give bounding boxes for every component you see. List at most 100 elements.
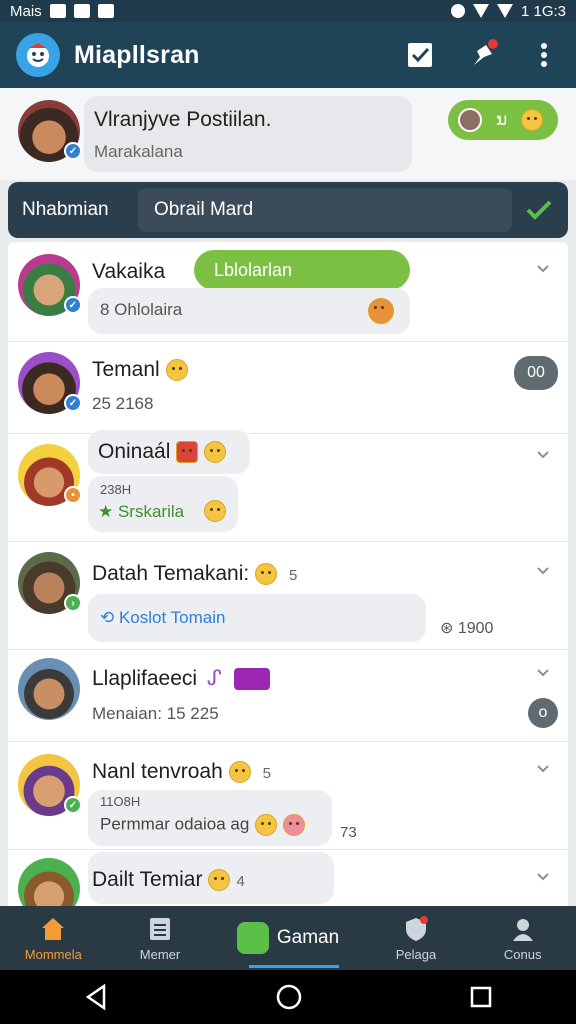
grin-emoji-icon [255, 563, 278, 586]
smile-emoji-icon [165, 359, 188, 382]
back-icon[interactable] [84, 984, 108, 1010]
chat-avatar[interactable] [18, 658, 80, 720]
chat-name: Dailt Temiar 4 [92, 868, 245, 892]
smile-emoji-icon [208, 869, 231, 892]
home-icon [42, 917, 65, 940]
chat-preview: Permmar odaioa ag [100, 814, 306, 836]
chevron-down-icon[interactable] [536, 666, 550, 680]
car-emoji-icon [176, 441, 199, 464]
chat-name: Nanl tenvroah 5 [92, 760, 271, 784]
chat-avatar[interactable]: ✓ [18, 254, 82, 316]
nav-pelage-label: Pelaga [395, 946, 437, 962]
more-vert-icon [541, 43, 547, 67]
chevron-down-icon[interactable] [536, 762, 550, 776]
nav-menu-label: Memer [139, 946, 181, 962]
active-indicator [249, 965, 340, 968]
grin-emoji-icon [204, 441, 227, 464]
online-icon: › [64, 594, 82, 612]
chevron-down-icon[interactable] [536, 870, 550, 884]
chat-item-2[interactable]: ✓ Temanl 25 2168 00 [8, 342, 568, 434]
chat-avatar[interactable]: • [18, 444, 82, 506]
photo-icon [73, 4, 90, 18]
chat-tag[interactable]: Lblolarlan [194, 250, 410, 290]
chat-item-6[interactable]: ✓ Nanl tenvroah 5 11O8H Permmar odaioa a… [8, 742, 568, 850]
nav-home[interactable]: Mommela [0, 906, 107, 970]
chat-name-text: Nanl tenvroah [92, 760, 223, 783]
worried-emoji-icon [204, 500, 226, 522]
shield-icon [406, 915, 428, 941]
profile-card[interactable]: ✓ Vlranjyve Postiilan. Marakalana ນ [0, 88, 576, 180]
system-nav-bar [0, 970, 576, 1024]
signal-icon [496, 4, 513, 18]
chat-item-5[interactable]: Llaplifaeeci ᔑ Menaian: 15 225 o [8, 650, 568, 742]
chevron-down-icon[interactable] [536, 448, 550, 462]
chat-preview: Menaian: 15 225 [92, 704, 219, 723]
unread-count-badge: o [528, 698, 558, 728]
message-bubble: 238H ★ Srskarila [88, 476, 238, 532]
profile-info: Vlranjyve Postiilan. Marakalana [84, 96, 412, 172]
video-icon [233, 668, 270, 691]
app-icon [97, 4, 114, 18]
smile-emoji-icon [228, 761, 251, 784]
chat-name-text: Temanl [92, 358, 160, 381]
notifications-button[interactable] [466, 39, 498, 71]
chat-preview: ★ Srskarila [98, 502, 185, 521]
recents-icon[interactable] [470, 986, 492, 1008]
status-icon: • [64, 486, 82, 504]
smile-emoji-icon [255, 814, 278, 836]
chat-meta: 5 [262, 765, 271, 782]
chat-link-text: Koslot Tomain [118, 608, 226, 627]
app-logo-icon[interactable] [16, 33, 60, 77]
chat-item-7[interactable]: Dailt Temiar 4 [8, 850, 568, 906]
chat-item-4[interactable]: › Datah Temakani: 5 ⟲ Koslot Tomain ⊛ 19… [8, 542, 568, 650]
chat-avatar[interactable] [18, 858, 80, 906]
message-meta: 11O8H [100, 794, 141, 809]
app-title: Miapllsran [74, 40, 200, 69]
chat-item-1[interactable]: ✓ Vakaika Lblolarlan 8 Ohlolaira [8, 242, 568, 342]
home-circle-icon[interactable] [276, 984, 302, 1010]
chat-meta: 4 [236, 873, 245, 890]
bottom-nav: Mommela Memer Gaman Pelaga Conus [0, 906, 576, 970]
nav-contacts[interactable]: Conus [469, 906, 576, 970]
reaction-icon: ⊛ [440, 620, 454, 637]
search-input[interactable] [138, 188, 512, 232]
profile-avatar[interactable]: ✓ [18, 100, 82, 162]
chat-side-meta: ⊛ 1900 [440, 618, 493, 638]
more-menu-button[interactable] [528, 39, 560, 71]
mini-avatar [458, 108, 482, 132]
nav-center-label: Gaman [276, 927, 340, 948]
chat-list: ✓ Vakaika Lblolarlan 8 Ohlolaira ✓ Teman… [8, 242, 568, 906]
chevron-down-icon[interactable] [536, 262, 550, 276]
message-bubble: 11O8H Permmar odaioa ag [88, 790, 332, 846]
message-meta: 238H [100, 482, 132, 497]
check-icon [526, 200, 552, 220]
compose-button[interactable] [404, 39, 436, 71]
chat-link[interactable]: ⟲ Koslot Tomain [100, 608, 225, 628]
unread-count-badge: 00 [514, 356, 558, 390]
chat-name: Temanl [92, 358, 188, 382]
chat-preview-text: Srskarila [117, 502, 185, 521]
wave-icon: ᔑ [206, 667, 222, 690]
chat-meta: 5 [289, 567, 298, 584]
chat-name-bubble: Dailt Temiar 4 [88, 852, 334, 904]
chat-item-3[interactable]: • Oninaál 238H ★ Srskarila [8, 430, 568, 542]
profile-name: Vlranjyve Postiilan. [94, 108, 272, 131]
chat-avatar[interactable]: ✓ [18, 352, 82, 414]
chat-name: Datah Temakani: 5 [92, 562, 297, 586]
profile-subtitle: Marakalana [94, 142, 183, 161]
blush-emoji-icon [283, 814, 306, 836]
chat-preview-text: Permmar odaioa ag [100, 814, 250, 834]
chat-preview: 25 2168 [92, 394, 154, 413]
nav-menu[interactable]: Memer [107, 906, 214, 970]
status-bar: Mais 1 1G:3 [0, 0, 576, 22]
nav-pelage[interactable]: Pelaga [363, 906, 470, 970]
chat-name-text: Llaplifaeeci [92, 667, 198, 690]
nav-center[interactable]: Gaman [213, 906, 362, 970]
chat-name: Vakaika [92, 260, 166, 283]
chevron-down-icon[interactable] [536, 564, 550, 578]
chat-avatar[interactable]: ✓ [18, 754, 82, 816]
status-pill[interactable]: ນ [448, 100, 558, 140]
confirm-search-button[interactable] [524, 195, 554, 225]
online-icon: ✓ [64, 796, 82, 814]
chat-avatar[interactable]: › [18, 552, 82, 614]
